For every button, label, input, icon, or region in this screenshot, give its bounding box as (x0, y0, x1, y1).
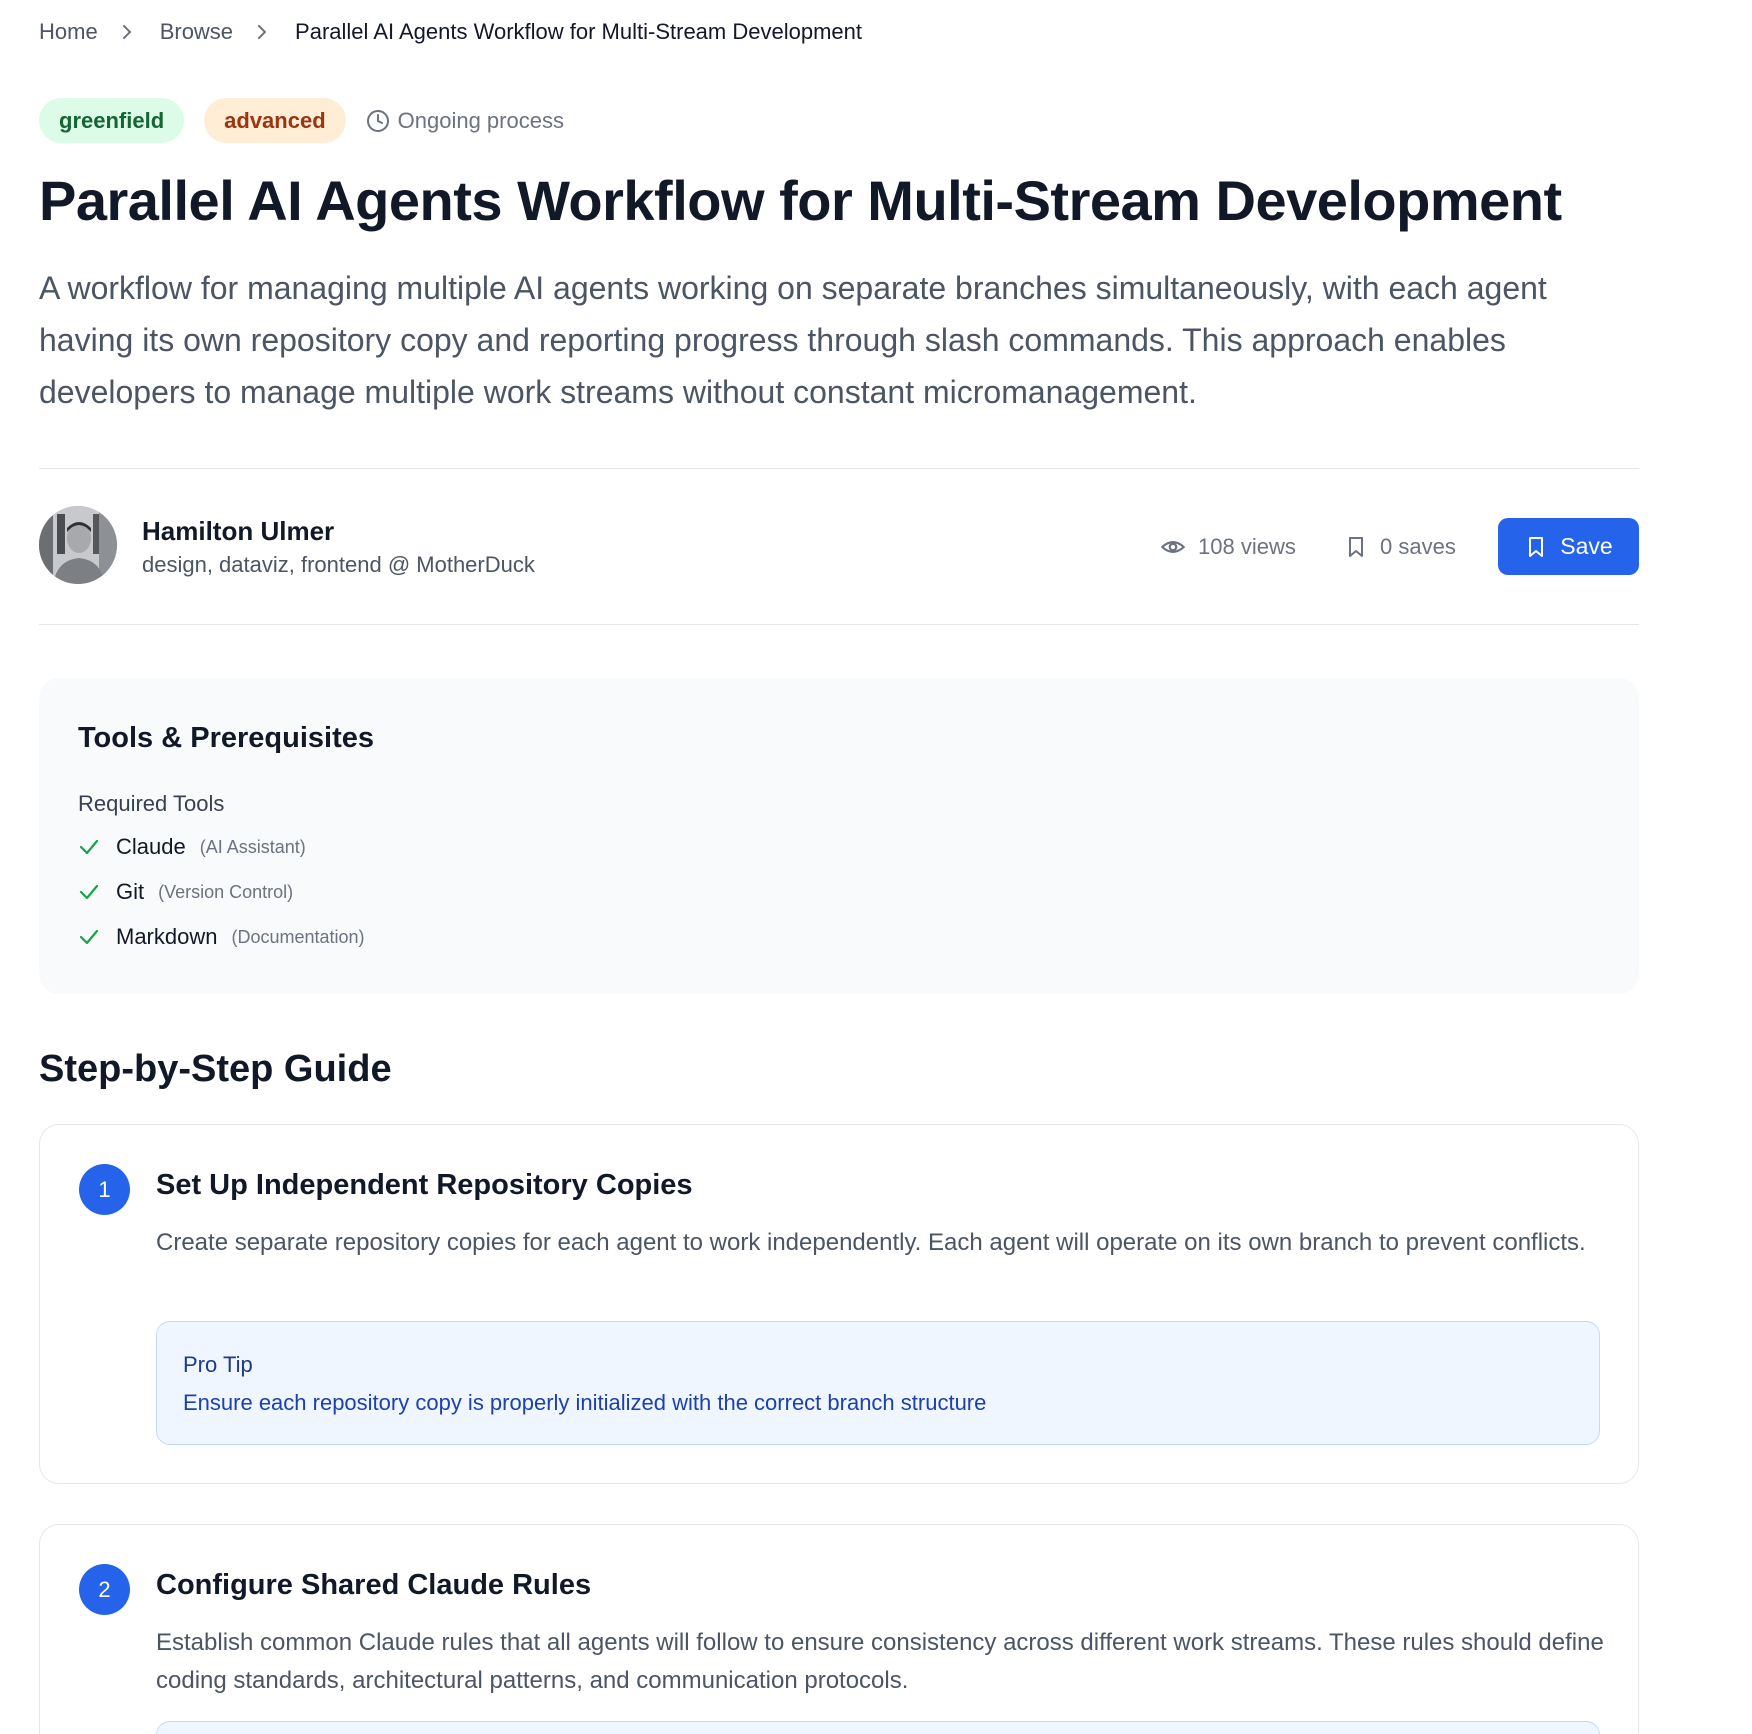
breadcrumb: Home Browse Parallel AI Agents Workflow … (39, 16, 862, 48)
step-title: Configure Shared Claude Rules (156, 1569, 592, 1601)
tool-item: Markdown (Documentation) (78, 924, 365, 950)
process-label: Ongoing process (397, 107, 564, 133)
divider (39, 468, 1639, 469)
views-count: 108 views (1198, 534, 1296, 559)
tag-advanced[interactable]: advanced (204, 98, 346, 143)
tool-item: Git (Version Control) (78, 879, 293, 905)
breadcrumb-home-link[interactable]: Home (39, 19, 98, 45)
save-button[interactable]: Save (1498, 518, 1639, 575)
views-stat: 108 views (1160, 534, 1296, 560)
chevron-right-icon (258, 25, 267, 39)
bookmark-icon (1529, 536, 1544, 557)
tool-name: Git (116, 879, 145, 904)
tools-panel: Tools & Prerequisites Required Tools Cla… (39, 678, 1639, 994)
breadcrumb-browse-link[interactable]: Browse (160, 19, 233, 45)
tools-title: Tools & Prerequisites (78, 722, 374, 754)
breadcrumb-current: Parallel AI Agents Workflow for Multi-St… (295, 19, 862, 44)
bookmark-icon (1349, 537, 1363, 557)
page-title: Parallel AI Agents Workflow for Multi-St… (39, 169, 1562, 232)
avatar[interactable] (39, 506, 117, 584)
check-icon (79, 839, 99, 855)
tip-text: Ensure each repository copy is properly … (183, 1390, 987, 1415)
process-indicator: Ongoing process (366, 108, 564, 134)
author-name[interactable]: Hamilton Ulmer (142, 516, 334, 547)
step-description: Establish common Claude rules that all a… (156, 1629, 1604, 1694)
step-card: 1 Set Up Independent Repository Copies C… (39, 1124, 1639, 1484)
tag-greenfield[interactable]: greenfield (39, 98, 185, 143)
tool-name: Claude (116, 834, 186, 859)
eye-icon (1161, 541, 1185, 553)
tool-item: Claude (AI Assistant) (78, 834, 306, 860)
page-description: A workflow for managing multiple AI agen… (39, 270, 1547, 410)
tag-row: greenfield advanced Ongoing process (39, 98, 564, 143)
tool-name: Markdown (116, 924, 218, 949)
tool-category: (Documentation) (231, 926, 365, 947)
step-number: 1 (79, 1164, 130, 1215)
saves-stat: 0 saves (1344, 534, 1456, 560)
author-role: design, dataviz, frontend @ MotherDuck (142, 552, 535, 577)
pro-tip: Pro Tip Ensure each repository copy is p… (156, 1321, 1600, 1445)
step-description: Create separate repository copies for ea… (156, 1229, 1586, 1256)
save-button-label: Save (1560, 533, 1613, 559)
guide-title: Step-by-Step Guide (39, 1048, 392, 1090)
tool-category: (Version Control) (158, 881, 294, 902)
step-card: 2 Configure Shared Claude Rules Establis… (39, 1524, 1639, 1734)
tip-label: Pro Tip (183, 1352, 253, 1377)
tools-subtitle: Required Tools (78, 791, 225, 816)
step-title: Set Up Independent Repository Copies (156, 1169, 693, 1201)
chevron-right-icon (122, 25, 131, 39)
divider (39, 624, 1639, 625)
author-row: Hamilton Ulmer design, dataviz, frontend… (39, 506, 1639, 586)
tool-category: (AI Assistant) (199, 836, 306, 857)
saves-count: 0 saves (1380, 534, 1456, 559)
step-number: 2 (79, 1564, 130, 1615)
pro-tip (156, 1721, 1600, 1734)
check-icon (79, 884, 99, 900)
clock-icon (366, 109, 389, 132)
check-icon (79, 929, 99, 945)
